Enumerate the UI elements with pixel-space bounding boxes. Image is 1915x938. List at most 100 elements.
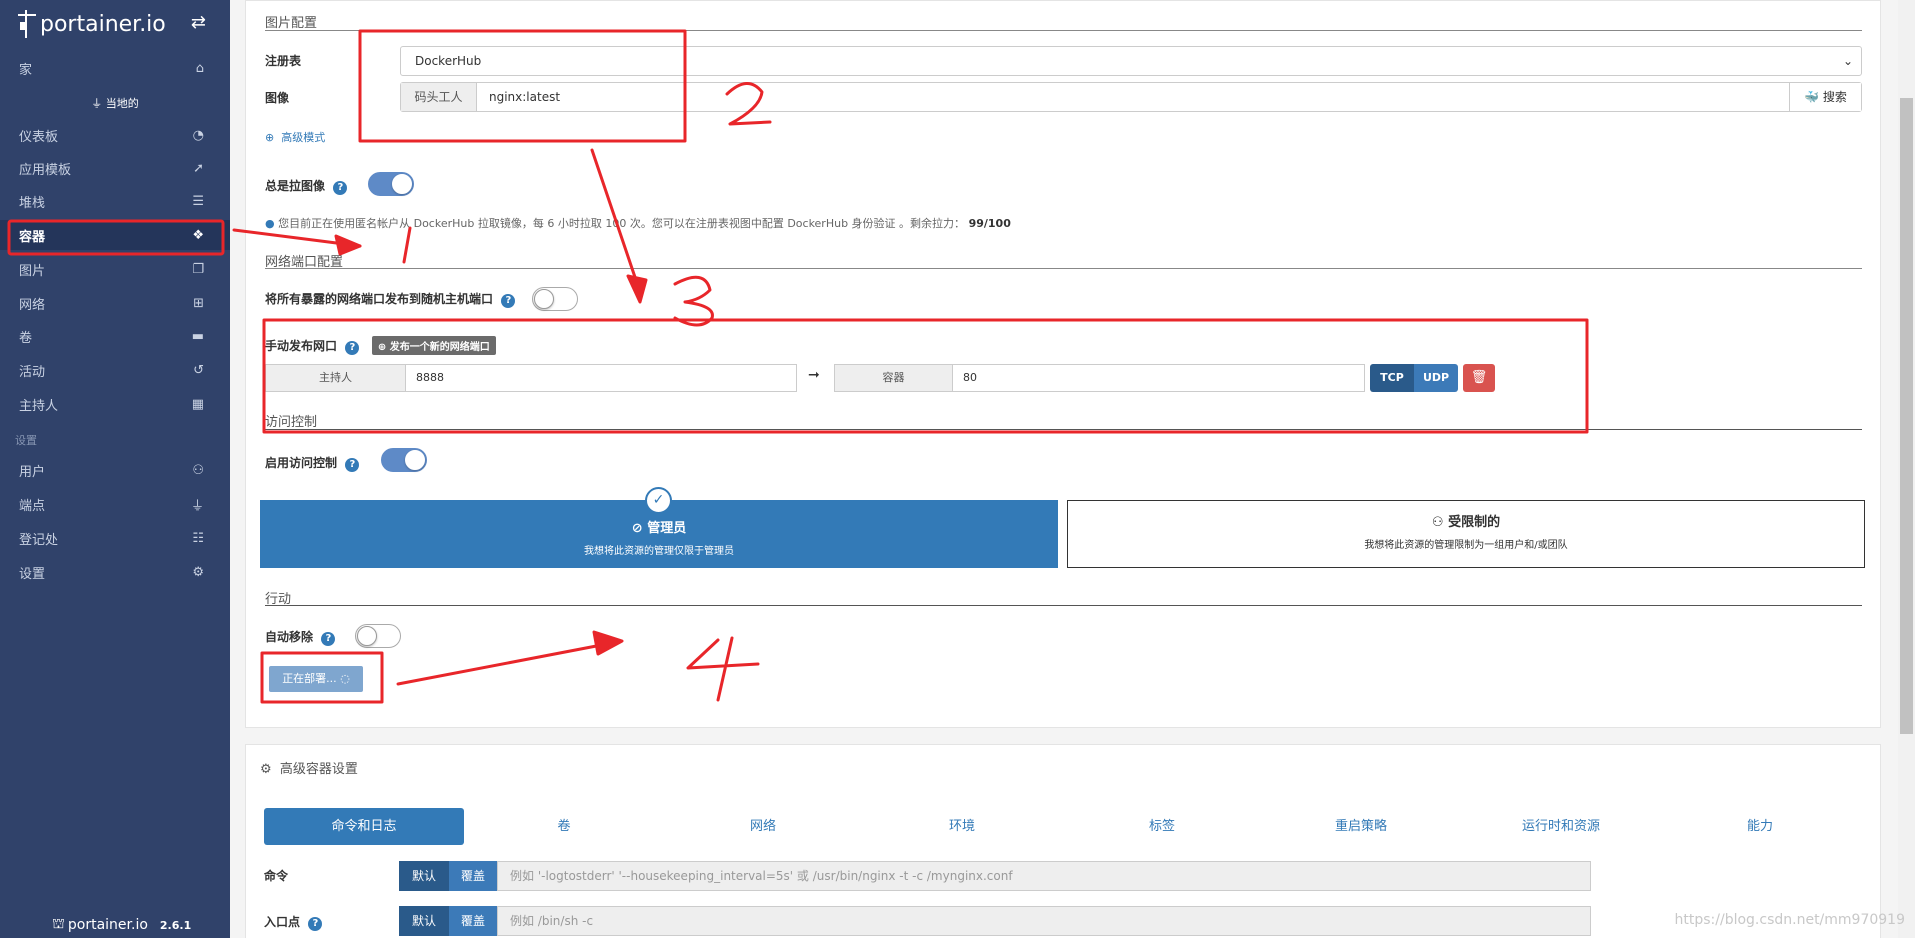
sidebar-item-label: 用户 bbox=[19, 464, 46, 480]
pull-limit-info: ● 您目前正在使用匿名帐户从 DockerHub 拉取镜像，每 6 小时拉取 1… bbox=[265, 217, 1011, 230]
container-port-input[interactable]: 80 bbox=[963, 365, 977, 391]
host-port-input[interactable]: 8888 bbox=[416, 365, 444, 391]
tab-volumes[interactable]: 卷 bbox=[464, 808, 664, 845]
always-pull-toggle[interactable] bbox=[368, 172, 414, 196]
sidebar-item-label: 堆栈 bbox=[19, 195, 46, 211]
advanced-mode-link[interactable]: ⊕ 高级模式 bbox=[265, 129, 325, 145]
hdd-icon: ▬ bbox=[191, 328, 204, 344]
sidebar-section-settings: 设置 bbox=[15, 434, 37, 447]
sidebar-item-stacks[interactable]: 堆栈 ☰ bbox=[0, 186, 230, 216]
entrypoint-override-button[interactable]: 覆盖 bbox=[449, 906, 497, 936]
always-pull-label: 总是拉图像 ? bbox=[265, 177, 348, 195]
swap-icon[interactable]: ⇄ bbox=[191, 12, 206, 33]
sidebar-item-label: 仪表板 bbox=[19, 129, 59, 145]
publish-all-toggle[interactable] bbox=[532, 287, 578, 311]
host-port-group: 主持人 8888 bbox=[265, 364, 797, 392]
sidebar-item-events[interactable]: 活动 ↺ bbox=[0, 355, 230, 385]
sidebar-item-volumes[interactable]: 卷 ▬ bbox=[0, 321, 230, 351]
help-icon[interactable]: ? bbox=[308, 917, 323, 931]
udp-button[interactable]: UDP bbox=[1414, 364, 1458, 392]
list-icon: ☰ bbox=[192, 193, 204, 209]
divider bbox=[265, 429, 1862, 430]
sidebar-item-containers[interactable]: 容器 ❖ bbox=[0, 220, 230, 250]
tcp-button[interactable]: TCP bbox=[1370, 364, 1414, 392]
sidebar-item-networks[interactable]: 网络 ⊞ bbox=[0, 288, 230, 318]
sidebar-item-label: 登记处 bbox=[19, 532, 59, 548]
entrypoint-input[interactable]: 例如 /bin/sh -c bbox=[497, 906, 1591, 936]
access-control-label: 启用访问控制 ? bbox=[265, 454, 360, 472]
help-icon[interactable]: ? bbox=[333, 181, 348, 195]
tachometer-icon: ◔ bbox=[192, 127, 204, 143]
th-icon: ▦ bbox=[191, 396, 204, 412]
rocket-icon: ➚ bbox=[193, 160, 204, 176]
auto-remove-toggle[interactable] bbox=[355, 624, 401, 648]
sidebar-item-registries[interactable]: 登记处 ☷ bbox=[0, 523, 230, 553]
spinner-icon: ◌ bbox=[340, 672, 350, 685]
sidebar-item-home[interactable]: 家 ⌂ bbox=[0, 53, 230, 83]
sidebar-item-dashboard[interactable]: 仪表板 ◔ bbox=[0, 120, 230, 150]
tab-network[interactable]: 网络 bbox=[663, 808, 863, 845]
sidebar: portainer.io ⇄ 家 ⌂ ⏚ 当地的 仪表板 ◔ 应用模板 ➚ 堆栈… bbox=[0, 0, 230, 938]
publish-all-label: 将所有暴露的网络端口发布到随机主机端口 ? bbox=[265, 290, 516, 308]
tab-env[interactable]: 环境 bbox=[862, 808, 1062, 845]
entrypoint-default-button[interactable]: 默认 bbox=[399, 906, 449, 936]
info-icon: ● bbox=[265, 217, 275, 230]
deploy-button[interactable]: 正在部署... ◌ bbox=[269, 666, 363, 692]
access-control-toggle[interactable] bbox=[381, 448, 427, 472]
sidebar-item-app-templates[interactable]: 应用模板 ➚ bbox=[0, 153, 230, 183]
cogs-icon: ⚙ bbox=[192, 564, 204, 580]
sidebar-item-label: 应用模板 bbox=[19, 162, 72, 178]
command-override-button[interactable]: 覆盖 bbox=[449, 861, 497, 891]
image-input-group: 码头工人 nginx:latest 🐳 搜索 bbox=[400, 82, 1862, 112]
crane-icon: ⛫ bbox=[52, 916, 65, 932]
gear-icon: ⚙ bbox=[260, 762, 272, 777]
access-restricted-option[interactable]: ⚇ 受限制的 我想将此资源的管理限制为一组用户和/或团队 bbox=[1067, 500, 1865, 568]
help-icon[interactable]: ? bbox=[321, 632, 336, 646]
delete-port-button[interactable]: 🗑 bbox=[1463, 364, 1495, 392]
clone-icon: ❐ bbox=[192, 261, 204, 277]
registry-select[interactable]: DockerHub ⌄ bbox=[400, 46, 1862, 76]
sidebar-item-settings[interactable]: 设置 ⚙ bbox=[0, 557, 230, 587]
tab-restart-policy[interactable]: 重启策略 bbox=[1261, 808, 1461, 845]
arrow-right-icon: ➞ bbox=[808, 367, 820, 383]
plug-icon: ⏚ bbox=[91, 97, 106, 110]
history-icon: ↺ bbox=[193, 362, 204, 378]
scrollbar-thumb[interactable] bbox=[1900, 98, 1913, 734]
eye-slash-icon: ⊘ bbox=[631, 521, 643, 536]
footer-logo: ⛫ portainer.io 2.6.1 bbox=[52, 916, 192, 933]
image-input[interactable]: nginx:latest bbox=[489, 83, 560, 111]
help-icon[interactable]: ? bbox=[345, 458, 360, 472]
page-scrollbar[interactable] bbox=[1898, 0, 1915, 938]
sidebar-item-label: 图片 bbox=[19, 263, 46, 279]
command-row: 默认 覆盖 例如 '-logtostderr' '--housekeeping_… bbox=[399, 861, 1591, 891]
section-title-image: 图片配置 bbox=[265, 16, 318, 31]
version-label: 2.6.1 bbox=[159, 918, 192, 932]
divider bbox=[265, 30, 1862, 31]
tab-capabilities[interactable]: 能力 bbox=[1660, 808, 1860, 845]
sidebar-item-label: 主持人 bbox=[19, 398, 59, 414]
remaining-pulls: 99/100 bbox=[968, 217, 1011, 230]
tab-runtime-resources[interactable]: 运行时和资源 bbox=[1461, 808, 1661, 845]
sidebar-item-images[interactable]: 图片 ❐ bbox=[0, 254, 230, 284]
tab-command-logging[interactable]: 命令和日志 bbox=[264, 808, 464, 845]
docker-icon: 🐳 bbox=[1804, 90, 1820, 104]
tab-labels[interactable]: 标签 bbox=[1062, 808, 1262, 845]
sidebar-item-label: 设置 bbox=[19, 566, 46, 582]
section-title-access: 访问控制 bbox=[265, 415, 318, 430]
chevron-down-icon: ⌄ bbox=[1842, 54, 1853, 68]
command-default-button[interactable]: 默认 bbox=[399, 861, 449, 891]
database-icon: ☷ bbox=[192, 530, 204, 546]
command-input[interactable]: 例如 '-logtostderr' '--housekeeping_interv… bbox=[497, 861, 1591, 891]
entrypoint-label: 入口点 ? bbox=[264, 913, 323, 931]
sidebar-item-host[interactable]: 主持人 ▦ bbox=[0, 389, 230, 419]
auto-remove-label: 自动移除 ? bbox=[265, 628, 336, 646]
add-port-button[interactable]: ⊕ 发布一个新的网络端口 bbox=[371, 336, 496, 355]
help-icon[interactable]: ? bbox=[345, 341, 360, 355]
search-button[interactable]: 🐳 搜索 bbox=[1789, 83, 1861, 111]
container-port-group: 容器 80 bbox=[834, 364, 1365, 392]
sidebar-item-endpoints[interactable]: 端点 ⏚ bbox=[0, 489, 230, 519]
trash-icon: 🗑 bbox=[1470, 370, 1488, 385]
help-icon[interactable]: ? bbox=[501, 294, 516, 308]
container-port-addon: 容器 bbox=[835, 365, 953, 391]
sidebar-item-users[interactable]: 用户 ⚇ bbox=[0, 455, 230, 485]
